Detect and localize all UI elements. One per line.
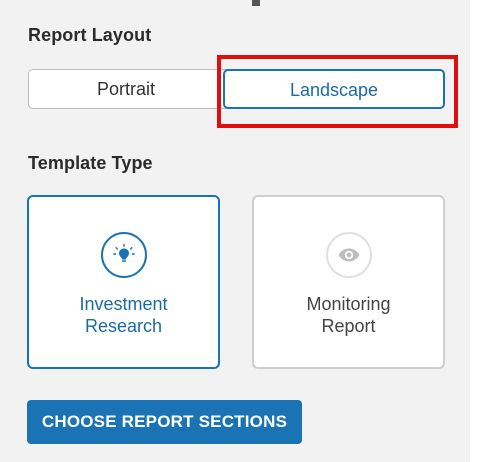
template-card-label: Monitoring Report [254, 293, 443, 337]
panel-right-edge [470, 0, 497, 462]
report-layout-toggle: Portrait Landscape [28, 69, 445, 109]
layout-option-portrait[interactable]: Portrait [29, 70, 223, 108]
template-card-label-line1: Monitoring [306, 294, 391, 314]
template-card-label-line2: Report [321, 316, 376, 336]
template-card-investment-research[interactable]: Investment Research [27, 195, 220, 369]
layout-option-landscape[interactable]: Landscape [223, 69, 445, 109]
template-card-monitoring-report[interactable]: Monitoring Report [252, 195, 445, 369]
lightbulb-icon [100, 232, 147, 278]
template-type-heading: Template Type [28, 153, 153, 173]
report-layout-heading: Report Layout [28, 25, 152, 45]
top-divider-mark [252, 0, 260, 6]
template-card-label-line2: Research [84, 316, 163, 336]
template-card-label-line1: Investment [79, 294, 168, 314]
choose-report-sections-button[interactable]: CHOOSE REPORT SECTIONS [27, 400, 302, 444]
eye-icon [325, 232, 372, 278]
template-card-label: Investment Research [29, 293, 218, 337]
